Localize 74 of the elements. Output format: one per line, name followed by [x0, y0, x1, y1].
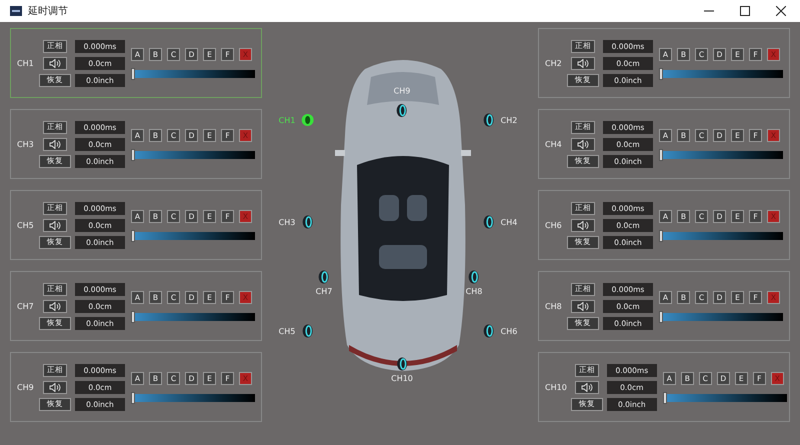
speaker-label: CH6 — [500, 326, 518, 336]
speaker-label: CH10 — [391, 374, 413, 383]
speaker-icon[interactable] — [396, 357, 408, 371]
mute-button[interactable] — [43, 56, 67, 70]
mute-button[interactable] — [571, 56, 595, 70]
speaker-icon — [577, 220, 589, 230]
maximize-icon[interactable] — [740, 6, 750, 16]
speaker-icon[interactable] — [301, 113, 314, 127]
slider-handle[interactable] — [131, 311, 135, 323]
speaker-label: CH1 — [278, 116, 296, 124]
speaker-icon — [49, 58, 61, 68]
mute-button[interactable] — [574, 380, 599, 394]
mute-button[interactable] — [43, 300, 67, 312]
channel-label: CH10 — [545, 382, 567, 392]
delay-slider-track[interactable] — [131, 394, 255, 402]
channel-label: CH6 — [545, 220, 563, 230]
close-icon[interactable] — [776, 6, 786, 16]
speaker-label: CH8 — [466, 287, 482, 296]
delay-slider-track[interactable] — [131, 313, 255, 321]
speaker-icon[interactable] — [482, 324, 495, 338]
channel-label: CH2 — [545, 58, 563, 68]
slider-handle[interactable] — [659, 149, 663, 161]
slider-handle[interactable] — [131, 68, 135, 80]
speaker-icon — [577, 302, 589, 310]
slider-handle[interactable] — [659, 311, 663, 323]
delay-slider-track[interactable] — [131, 70, 255, 78]
mute-button[interactable] — [43, 380, 67, 394]
speaker-icon[interactable] — [301, 215, 314, 229]
delay-slider-track[interactable] — [662, 394, 787, 402]
channel-label: CH7 — [17, 302, 35, 310]
speaker-icon — [49, 382, 61, 392]
speaker-icon[interactable] — [482, 215, 495, 229]
delay-slider-track[interactable] — [659, 70, 783, 78]
speaker-icon — [577, 140, 589, 148]
channel-label: CH1 — [17, 58, 35, 68]
delay-slider-track[interactable] — [659, 313, 783, 321]
speaker-icon — [49, 140, 61, 148]
mute-button[interactable] — [43, 218, 67, 232]
slider-handle[interactable] — [131, 149, 135, 161]
speaker-icon — [49, 220, 61, 230]
slider-handle[interactable] — [659, 230, 663, 242]
slider-handle[interactable] — [131, 392, 135, 404]
channel-label: CH4 — [545, 140, 563, 148]
channel-label: CH9 — [17, 382, 35, 392]
mute-button[interactable] — [571, 300, 595, 312]
speaker-icon[interactable] — [396, 104, 408, 118]
channel-label: CH8 — [545, 302, 563, 310]
slider-handle[interactable] — [659, 68, 663, 80]
speaker-icon — [49, 302, 61, 310]
delay-slider-track[interactable] — [659, 232, 783, 240]
speaker-icon[interactable] — [301, 324, 314, 338]
channel-label: CH5 — [17, 220, 35, 230]
slider-handle[interactable] — [131, 230, 135, 242]
speaker-label: CH7 — [316, 287, 332, 296]
speaker-icon — [580, 382, 593, 392]
speaker-icon — [577, 58, 589, 68]
speaker-label: CH2 — [500, 116, 518, 124]
speaker-label: CH5 — [278, 326, 296, 336]
window-title: 延时调节 — [28, 4, 68, 18]
speaker-label: CH9 — [394, 86, 410, 96]
app-icon — [10, 6, 22, 16]
mute-button[interactable] — [571, 138, 595, 150]
delay-slider-track[interactable] — [131, 151, 255, 159]
speaker-icon[interactable] — [482, 113, 495, 127]
slider-handle[interactable] — [662, 392, 667, 404]
speaker-icon[interactable] — [468, 270, 480, 284]
speaker-label: CH4 — [500, 218, 518, 226]
delay-slider-track[interactable] — [659, 151, 783, 159]
channel-label: CH3 — [17, 140, 35, 148]
mute-button[interactable] — [571, 218, 595, 232]
speaker-icon[interactable] — [318, 270, 330, 284]
delay-slider-track[interactable] — [131, 232, 255, 240]
speaker-label: CH3 — [278, 218, 296, 226]
mute-button[interactable] — [43, 138, 67, 150]
